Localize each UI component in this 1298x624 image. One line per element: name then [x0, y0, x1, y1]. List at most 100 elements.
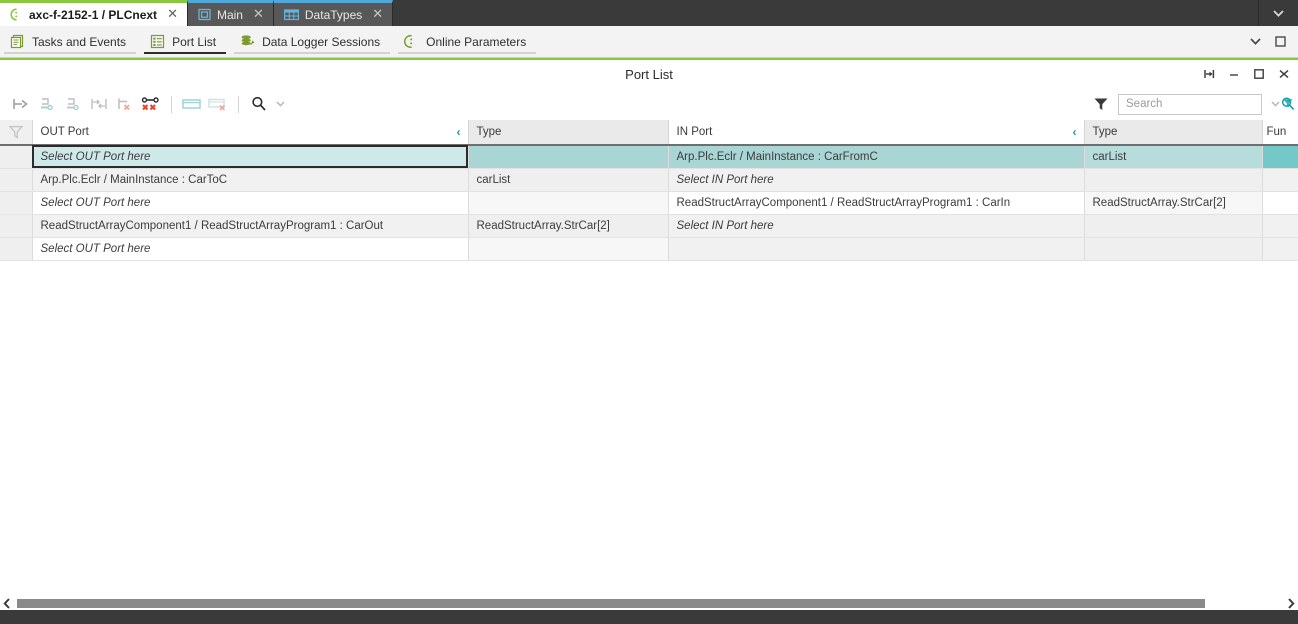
table-body: Select OUT Port here Arp.Plc.Eclr / Main…: [0, 145, 1298, 261]
chevron-down-icon: [1273, 9, 1284, 17]
toolbar-search-area: [1093, 93, 1295, 115]
column-header-label: Fun: [1266, 126, 1287, 138]
column-header-out-type[interactable]: Type: [468, 120, 669, 146]
connect-port-icon[interactable]: [8, 92, 34, 116]
row-selector[interactable]: [0, 191, 33, 215]
row-selector[interactable]: [0, 145, 33, 169]
cell-in-type: [1084, 237, 1263, 261]
close-icon[interactable]: [1278, 68, 1290, 80]
cell-in-port[interactable]: ReadStructArrayComponent1 / ReadStructAr…: [668, 191, 1085, 215]
port-list-toolbar: [0, 88, 1298, 120]
table-row[interactable]: Select OUT Port here ReadStructArrayComp…: [0, 191, 1298, 215]
toolbar-separator: [171, 95, 172, 113]
cell-function[interactable]: [1262, 191, 1298, 215]
editor-tab-bar: Tasks and Events Port List Data Logger S…: [0, 26, 1298, 58]
cell-in-type: [1084, 168, 1263, 192]
scroll-left-arrow[interactable]: [0, 596, 14, 610]
sort-chevron-icon[interactable]: ‹: [1073, 125, 1077, 139]
cell-function[interactable]: [1262, 214, 1298, 238]
row-selector[interactable]: [0, 214, 33, 238]
tab-datatypes[interactable]: DataTypes ✕: [273, 0, 394, 26]
maximize-icon[interactable]: [1253, 68, 1265, 80]
table-header-row: OUT Port ‹ Type IN Port ‹ Type Fun: [0, 120, 1298, 146]
maximize-icon[interactable]: [1275, 36, 1286, 47]
cell-out-type: [468, 145, 669, 169]
cell-in-port[interactable]: Select IN Port here: [668, 214, 1085, 238]
cell-in-type: ReadStructArray.StrCar[2]: [1084, 191, 1263, 215]
table-row[interactable]: Arp.Plc.Eclr / MainInstance : CarToC car…: [0, 168, 1298, 192]
page-title: Port List: [625, 66, 673, 82]
column-header-label: Type: [476, 126, 502, 138]
search-magnifier-icon[interactable]: [246, 92, 272, 116]
column-header-label: OUT Port: [40, 126, 89, 138]
cell-out-port[interactable]: Arp.Plc.Eclr / MainInstance : CarToC: [32, 168, 469, 192]
subtab-data-logger-sessions[interactable]: Data Logger Sessions: [230, 26, 394, 57]
delete-connection-icon[interactable]: [112, 92, 138, 116]
toolbar-overflow-chevron[interactable]: [272, 92, 288, 116]
scrollbar-track[interactable]: [14, 596, 1284, 610]
close-icon[interactable]: ✕: [167, 8, 178, 21]
table-row[interactable]: Select OUT Port here: [0, 237, 1298, 261]
editor-bar-controls: [1250, 26, 1298, 57]
tab-label: axc-f-2152-1 / PLCnext: [29, 7, 158, 22]
column-header-out-port[interactable]: OUT Port ‹: [32, 120, 469, 146]
tasks-events-icon: [10, 34, 25, 49]
cell-out-port[interactable]: Select OUT Port here: [32, 237, 469, 261]
cell-out-type: [468, 237, 669, 261]
port-list-table: OUT Port ‹ Type IN Port ‹ Type Fun Selec…: [0, 120, 1298, 261]
chevron-down-icon[interactable]: [1250, 38, 1261, 45]
tab-plcnext-project[interactable]: axc-f-2152-1 / PLCnext ✕: [0, 0, 188, 26]
cell-out-type: ReadStructArray.StrCar[2]: [468, 214, 669, 238]
close-icon[interactable]: ✕: [253, 8, 264, 21]
delete-all-connections-icon[interactable]: [138, 92, 164, 116]
horizontal-scrollbar[interactable]: [0, 596, 1298, 610]
tab-overflow-dropdown[interactable]: [1258, 0, 1298, 26]
table-row[interactable]: ReadStructArrayComponent1 / ReadStructAr…: [0, 214, 1298, 238]
port-list-panel: Port List Search OUT Port ‹ Type IN Port…: [0, 58, 1298, 261]
empty-canvas-area: [0, 263, 1298, 596]
search-input[interactable]: [1126, 98, 1280, 110]
row-selector[interactable]: [0, 237, 33, 261]
cell-in-type: carList: [1084, 145, 1263, 169]
sort-chevron-icon[interactable]: ‹: [457, 125, 461, 139]
close-icon[interactable]: ✕: [372, 8, 383, 21]
add-out-port-icon[interactable]: [34, 92, 60, 116]
add-in-port-icon[interactable]: [60, 92, 86, 116]
swap-ports-icon[interactable]: [86, 92, 112, 116]
cell-in-port[interactable]: [668, 237, 1085, 261]
hide-row-icon[interactable]: [205, 92, 231, 116]
pin-icon[interactable]: [1203, 68, 1215, 80]
cell-function[interactable]: [1262, 168, 1298, 192]
subtab-port-list[interactable]: Port List: [140, 26, 230, 57]
cell-in-port[interactable]: Select IN Port here: [668, 168, 1085, 192]
column-header-in-type[interactable]: Type: [1084, 120, 1263, 146]
port-list-icon: [150, 34, 165, 49]
table-row[interactable]: Select OUT Port here Arp.Plc.Eclr / Main…: [0, 145, 1298, 169]
column-header-in-port[interactable]: IN Port ‹: [668, 120, 1085, 146]
subtab-tasks-and-events[interactable]: Tasks and Events: [0, 26, 140, 57]
cell-in-port[interactable]: Arp.Plc.Eclr / MainInstance : CarFromC: [668, 145, 1085, 169]
scroll-right-arrow[interactable]: [1284, 596, 1298, 610]
filter-funnel-icon[interactable]: [1093, 96, 1109, 112]
search-filter-icon[interactable]: [1280, 96, 1296, 112]
minimize-icon[interactable]: [1228, 68, 1240, 80]
search-options-chevron[interactable]: [1271, 101, 1280, 107]
tab-main[interactable]: Main ✕: [187, 0, 274, 26]
cell-out-port[interactable]: ReadStructArrayComponent1 / ReadStructAr…: [32, 214, 469, 238]
cell-function[interactable]: [1262, 145, 1298, 169]
datatypes-grid-icon: [283, 8, 299, 21]
tab-label: Main: [216, 7, 243, 22]
subtab-online-parameters[interactable]: Online Parameters: [394, 26, 540, 57]
row-selector[interactable]: [0, 168, 33, 192]
cell-out-port[interactable]: Select OUT Port here: [32, 191, 469, 215]
plcnext-icon: [10, 8, 23, 21]
scrollbar-thumb[interactable]: [17, 599, 1205, 608]
cell-function[interactable]: [1262, 237, 1298, 261]
search-box[interactable]: [1118, 93, 1295, 115]
cell-out-port[interactable]: Select OUT Port here: [32, 145, 469, 169]
show-row-icon[interactable]: [179, 92, 205, 116]
column-header-rownum[interactable]: [0, 120, 33, 146]
subtab-label: Tasks and Events: [32, 34, 127, 49]
column-header-function[interactable]: Fun: [1262, 120, 1298, 146]
panel-title-bar: Port List: [0, 60, 1298, 88]
